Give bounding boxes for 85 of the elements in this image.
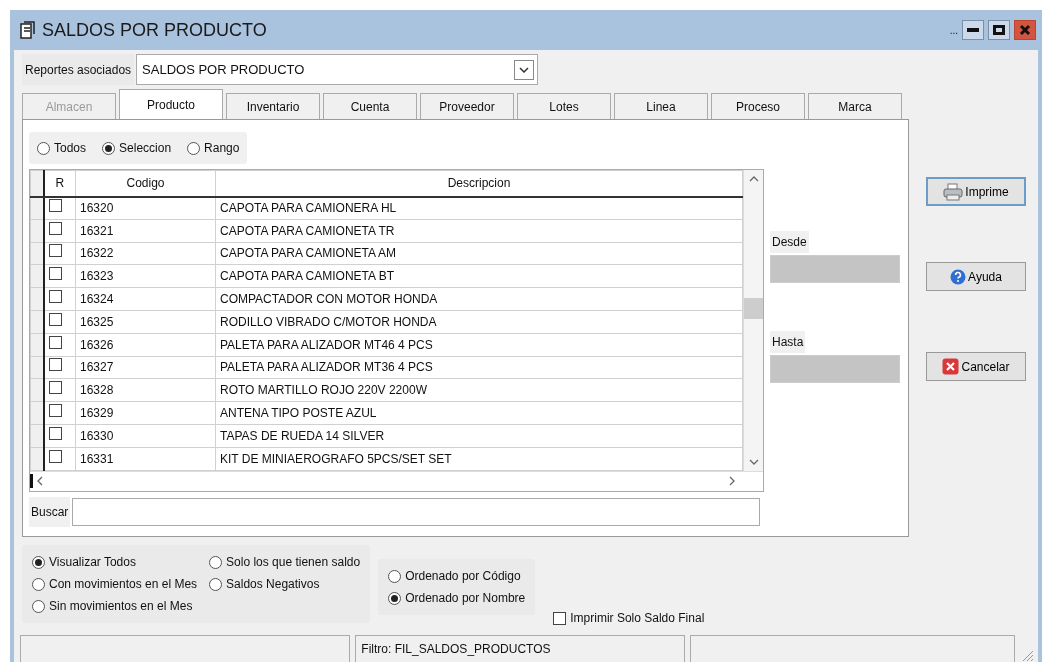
table-cell: PALETA PARA ALIZADOR MT46 4 PCS (215, 333, 743, 357)
table-cell: 16327 (75, 356, 216, 379)
tab[interactable]: Producto (119, 89, 223, 119)
close-button[interactable] (1014, 20, 1036, 40)
row-checkbox[interactable] (48, 221, 62, 235)
resize-grip-icon[interactable] (1020, 648, 1034, 662)
checkbox-option[interactable]: Imprimir Solo Saldo Final (553, 609, 705, 627)
radio-option[interactable]: Saldos Negativos (209, 575, 361, 593)
window-app-icon (20, 21, 36, 39)
vertical-scrollbar[interactable] (743, 170, 763, 471)
row-checkbox[interactable] (48, 312, 62, 326)
row-checkbox[interactable] (48, 290, 62, 304)
horizontal-scrollbar[interactable] (30, 470, 763, 491)
status-panel: Filtro: FIL_SALDOS_PRODUCTOS (355, 635, 685, 662)
column-header[interactable]: R (43, 170, 76, 197)
table-cell: 16322 (75, 242, 216, 265)
help-icon (950, 268, 967, 285)
row-checkbox[interactable] (48, 358, 62, 372)
table-cell: PALETA PARA ALIZADOR MT36 4 PCS (215, 356, 743, 379)
radio-option[interactable]: Sin movimientos en el Mes (32, 597, 198, 615)
radio-option[interactable]: Ordenado por Código (388, 567, 526, 585)
column-header[interactable]: Descripcion (215, 170, 743, 197)
table-cell: 16330 (75, 424, 216, 448)
row-checkbox[interactable] (48, 335, 62, 349)
table-cell: 16331 (75, 447, 216, 471)
tab[interactable]: Inventario (226, 93, 320, 119)
radio-option[interactable]: Rango (187, 139, 240, 157)
row-checkbox[interactable] (48, 449, 62, 463)
minimize-icon (967, 28, 979, 32)
row-checkbox[interactable] (48, 199, 62, 213)
table-cell: ANTENA TIPO POSTE AZUL (215, 401, 743, 425)
row-checkbox[interactable] (48, 381, 62, 395)
row-checkbox[interactable] (48, 267, 62, 281)
radio-option[interactable]: Visualizar Todos (32, 553, 198, 571)
table-cell: 16321 (75, 219, 216, 243)
tab[interactable]: Lotes (517, 93, 611, 119)
table-cell: CAPOTA PARA CAMIONETA TR (215, 219, 743, 243)
row-checkbox[interactable] (48, 426, 62, 440)
maximize-icon (993, 25, 1005, 35)
table-cell: 16328 (75, 378, 216, 402)
table-cell: TAPAS DE RUEDA 14 SILVER (215, 424, 743, 448)
cancel-icon (942, 358, 960, 375)
window-more[interactable]: ... (949, 23, 958, 38)
action-button[interactable]: Imprime (926, 177, 1026, 206)
scrollbar-thumb[interactable] (744, 298, 763, 319)
table-cell: 16326 (75, 333, 216, 357)
row-checkbox[interactable] (48, 244, 62, 258)
table-cell: COMPACTADOR CON MOTOR HONDA (215, 287, 743, 311)
field-label: Reportes asociados (22, 54, 135, 85)
table-cell: CAPOTA PARA CAMIONERA HL (215, 196, 743, 220)
report-dropdown[interactable]: SALDOS POR PRODUCTO (136, 54, 539, 85)
row-checkbox[interactable] (48, 404, 62, 418)
radio-option[interactable]: Ordenado por Nombre (388, 589, 526, 607)
printer-icon (943, 182, 964, 201)
table-cell: RODILLO VIBRADO C/MOTOR HONDA (215, 310, 743, 334)
radio-option[interactable]: Todos (37, 139, 87, 157)
minimize-button[interactable] (962, 20, 984, 40)
action-button[interactable]: Ayuda (926, 262, 1026, 291)
radio-option[interactable]: Con movimientos en el Mes (32, 575, 198, 593)
tab[interactable]: Marca (808, 93, 902, 119)
window-title: SALDOS POR PRODUCTO (42, 18, 267, 42)
field-label: Buscar (29, 496, 71, 527)
search-field[interactable] (72, 497, 761, 526)
table-cell: 16325 (75, 310, 216, 334)
tab[interactable]: Linea (614, 93, 708, 119)
field-label: Hasta (770, 331, 806, 353)
tab[interactable]: Proveedor (420, 93, 514, 119)
tab[interactable]: Proceso (711, 93, 805, 119)
field-label: Desde (770, 231, 809, 253)
table-cell: CAPOTA PARA CAMIONETA BT (215, 264, 743, 288)
column-header[interactable]: Codigo (75, 170, 216, 197)
table-cell: 16320 (75, 196, 216, 220)
close-icon (1019, 24, 1031, 36)
chevron-down-icon (519, 66, 530, 73)
table-cell: ROTO MARTILLO ROJO 220V 2200W (215, 378, 743, 402)
action-button[interactable]: Cancelar (926, 352, 1026, 381)
table-cell: 16323 (75, 264, 216, 288)
tab[interactable]: Cuenta (323, 93, 417, 119)
table-cell: KIT DE MINIAEROGRAFO 5PCS/SET SET (215, 447, 743, 471)
table-cell: 16324 (75, 287, 216, 311)
maximize-button[interactable] (988, 20, 1010, 40)
table-cell: CAPOTA PARA CAMIONETA AM (215, 242, 743, 265)
table-cell: 16329 (75, 401, 216, 425)
radio-option[interactable]: Seleccion (102, 139, 172, 157)
radio-option[interactable]: Solo los que tienen saldo (209, 553, 361, 571)
